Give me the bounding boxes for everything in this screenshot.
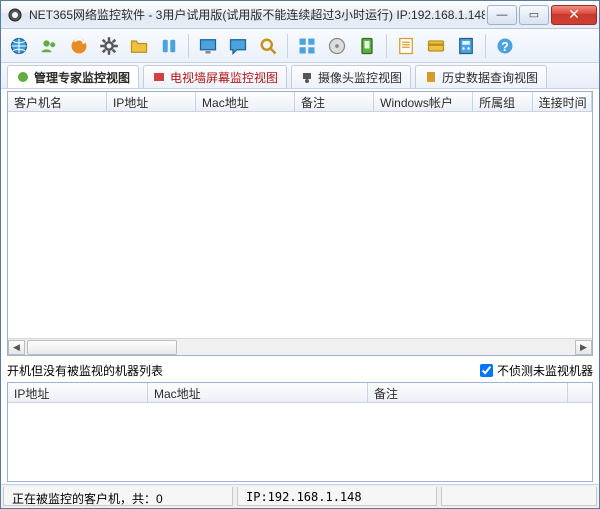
client-grid-body[interactable]: [8, 112, 592, 338]
no-detect-checkbox-label: 不侦测未监视机器: [497, 362, 593, 379]
tab-1[interactable]: 电视墙屏幕监控视图: [143, 65, 287, 88]
tab-icon-0: [16, 70, 30, 84]
app-icon: [7, 7, 23, 23]
content-area: 客户机名IP地址Mac地址备注Windows帐户所属组连接时间 ◀ ▶ 开机但没…: [1, 89, 599, 484]
doc-icon[interactable]: [394, 34, 418, 58]
titlebar: NET365网络监控软件 - 3用户试用版(试用版不能连续超过3小时运行) IP…: [1, 1, 599, 29]
column-header[interactable]: 备注: [295, 92, 374, 111]
column-header[interactable]: 客户机名: [8, 92, 107, 111]
tab-icon-1: [152, 70, 166, 84]
horizontal-scrollbar[interactable]: ◀ ▶: [8, 338, 592, 355]
calc-icon[interactable]: [454, 34, 478, 58]
unmonitored-title: 开机但没有被监视的机器列表: [7, 362, 163, 379]
tab-icon-3: [424, 70, 438, 84]
users-icon[interactable]: [37, 34, 61, 58]
windows-icon[interactable]: [295, 34, 319, 58]
scroll-right-button[interactable]: ▶: [575, 340, 592, 355]
help-icon[interactable]: ?: [493, 34, 517, 58]
client-grid-header: 客户机名IP地址Mac地址备注Windows帐户所属组连接时间: [8, 92, 592, 112]
globe-icon[interactable]: [7, 34, 31, 58]
folder-icon[interactable]: [127, 34, 151, 58]
tab-icon-2: [300, 70, 314, 84]
minimize-button[interactable]: —: [487, 5, 517, 25]
tab-label-3: 历史数据查询视图: [442, 69, 538, 86]
unmonitored-grid-header: IP地址Mac地址备注: [8, 383, 592, 403]
main-toolbar: ?: [1, 29, 599, 63]
status-bar: 正在被监控的客户机，共：0 IP:192.168.1.148: [1, 484, 599, 508]
unmonitored-grid-body[interactable]: [8, 403, 592, 481]
status-client-count: 正在被监控的客户机，共：0: [3, 487, 233, 506]
svg-text:?: ?: [501, 40, 509, 54]
column-header[interactable]: Mac地址: [196, 92, 295, 111]
column-header[interactable]: IP地址: [107, 92, 196, 111]
unmonitored-grid: IP地址Mac地址备注: [7, 382, 593, 482]
scroll-track[interactable]: [25, 340, 575, 355]
column-header[interactable]: 备注: [368, 383, 568, 402]
gear-icon[interactable]: [97, 34, 121, 58]
status-spacer: [441, 487, 597, 506]
column-header[interactable]: 连接时间: [533, 92, 592, 111]
maximize-button[interactable]: ▭: [519, 5, 549, 25]
column-header[interactable]: 所属组: [473, 92, 532, 111]
monitor-icon[interactable]: [196, 34, 220, 58]
tab-3[interactable]: 历史数据查询视图: [415, 65, 547, 88]
window-title: NET365网络监控软件 - 3用户试用版(试用版不能连续超过3小时运行) IP…: [29, 6, 485, 23]
scroll-thumb[interactable]: [27, 340, 177, 355]
column-header[interactable]: Mac地址: [148, 383, 368, 402]
window-controls: — ▭ ✕: [485, 5, 597, 25]
close-button[interactable]: ✕: [551, 5, 597, 25]
tab-label-2: 摄像头监控视图: [318, 69, 402, 86]
chat-icon[interactable]: [226, 34, 250, 58]
refresh-icon[interactable]: [67, 34, 91, 58]
column-header[interactable]: IP地址: [8, 383, 148, 402]
tab-2[interactable]: 摄像头监控视图: [291, 65, 411, 88]
tab-label-0: 管理专家监控视图: [34, 69, 130, 86]
column-header[interactable]: Windows帐户: [374, 92, 473, 111]
client-grid: 客户机名IP地址Mac地址备注Windows帐户所属组连接时间 ◀ ▶: [7, 91, 593, 356]
search-icon[interactable]: [256, 34, 280, 58]
card-icon[interactable]: [424, 34, 448, 58]
view-tabs: 管理专家监控视图 电视墙屏幕监控视图 摄像头监控视图 历史数据查询视图: [1, 63, 599, 89]
scroll-left-button[interactable]: ◀: [8, 340, 25, 355]
tab-0[interactable]: 管理专家监控视图: [7, 65, 139, 88]
status-ip: IP:192.168.1.148: [237, 487, 437, 506]
disc-icon[interactable]: [325, 34, 349, 58]
no-detect-checkbox[interactable]: 不侦测未监视机器: [480, 362, 593, 379]
no-detect-checkbox-input[interactable]: [480, 364, 493, 377]
tab-label-1: 电视墙屏幕监控视图: [170, 69, 278, 86]
unmonitored-header: 开机但没有被监视的机器列表 不侦测未监视机器: [7, 360, 593, 380]
key-icon[interactable]: [157, 34, 181, 58]
phone-icon[interactable]: [355, 34, 379, 58]
